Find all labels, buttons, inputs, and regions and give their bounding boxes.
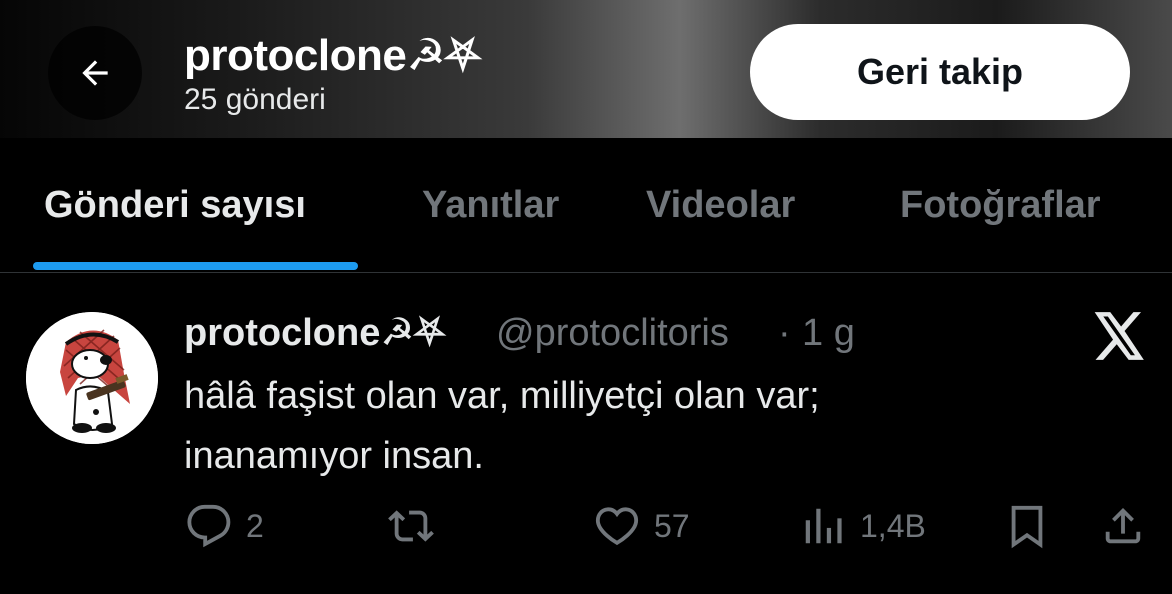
author-handle[interactable]: @protoclitoris: [496, 308, 729, 358]
bookmark-button[interactable]: [1004, 500, 1050, 552]
x-logo-icon[interactable]: [1094, 312, 1146, 360]
post-text-line: inanamıyor insan.: [184, 435, 484, 477]
avatar[interactable]: [26, 312, 158, 444]
reply-button[interactable]: 2: [186, 500, 264, 552]
heart-icon: [595, 507, 639, 546]
views-icon: [805, 508, 842, 544]
follow-back-button[interactable]: Geri takip: [750, 24, 1130, 120]
tab-replies[interactable]: Yanıtlar: [422, 180, 559, 230]
post-timestamp[interactable]: 1 g: [802, 308, 855, 358]
separator-dot: ·: [778, 312, 791, 354]
reply-count: 2: [246, 507, 264, 544]
profile-header: protoclone☭⛧ 25 gönderi Geri takip: [0, 0, 1172, 138]
bookmark-icon: [1011, 505, 1043, 549]
reply-icon: [187, 504, 231, 548]
tab-photos[interactable]: Fotoğraflar: [900, 180, 1101, 230]
share-button[interactable]: [1100, 500, 1146, 552]
retweet-button[interactable]: [388, 500, 448, 552]
author-name[interactable]: protoclone☭⛧: [184, 308, 445, 358]
snoopy-keffiyeh-avatar-icon: [26, 312, 158, 444]
tab-videos[interactable]: Videolar: [646, 180, 795, 230]
share-icon: [1105, 507, 1141, 544]
post-item[interactable]: protoclone☭⛧ @protoclitoris · 1 g hâlâ f…: [0, 272, 1172, 594]
back-button[interactable]: [48, 26, 142, 120]
profile-name: protoclone☭⛧: [184, 31, 480, 80]
post-count: 25 gönderi: [184, 83, 326, 116]
tab-posts[interactable]: Gönderi sayısı: [44, 180, 306, 230]
arrow-left-icon: [82, 60, 108, 86]
post-text-line: hâlâ faşist olan var, milliyetçi olan va…: [184, 375, 820, 417]
views-button[interactable]: 1,4B: [800, 500, 926, 552]
like-count: 57: [654, 507, 690, 544]
profile-tabs: Gönderi sayısı Yanıtlar Videolar Fotoğra…: [0, 138, 1172, 273]
active-tab-indicator: [33, 262, 358, 270]
like-button[interactable]: 57: [594, 500, 690, 552]
retweet-icon: [388, 510, 434, 542]
views-count: 1,4B: [860, 507, 926, 544]
post-text: hâlâ faşist olan var, milliyetçi olan va…: [184, 366, 1084, 486]
